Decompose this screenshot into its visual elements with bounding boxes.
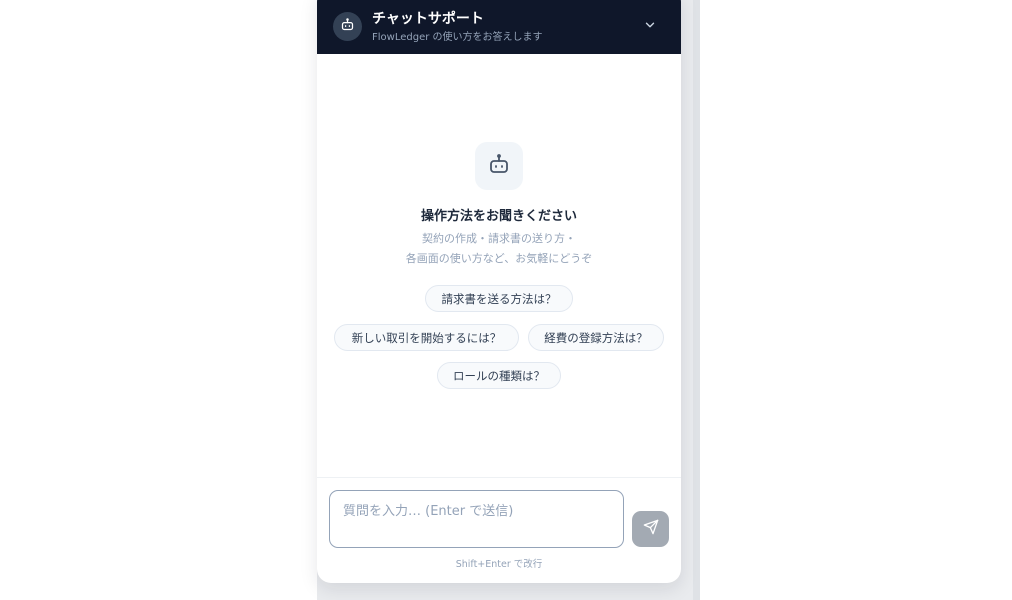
suggestion-chip[interactable]: 経費の登録方法は？ [528,324,664,351]
collapse-button[interactable] [639,15,661,37]
empty-state-title: 操作方法をお聞きください [420,209,577,224]
page-backdrop-edge [693,0,700,600]
bot-avatar [333,12,362,41]
chat-panel: チャットサポート FlowLedger の使い方をお答えします 操作方法をお聞き… [317,0,681,583]
chat-title: チャットサポート [372,11,484,27]
suggestion-chip[interactable]: 請求書を送る方法は？ [425,285,573,312]
chevron-down-icon [643,17,657,36]
empty-state-description-line: 契約の作成・請求書の送り方・ [422,232,576,245]
bot-icon [487,152,511,180]
chat-subtitle: FlowLedger の使い方をお答えします [372,32,543,43]
suggestion-chip[interactable]: 新しい取引を開始するには？ [334,324,519,351]
bot-icon [340,17,355,36]
question-input[interactable] [329,490,624,548]
composer-divider [317,477,681,478]
suggestion-chip[interactable]: ロールの種類は？ [437,362,561,389]
send-button[interactable] [632,511,669,547]
composer-hint: Shift+Enter で改行 [455,559,543,570]
empty-state-icon-badge [475,142,523,190]
send-icon [643,519,659,539]
screen: チャットサポート FlowLedger の使い方をお答えします 操作方法をお聞き… [0,0,1012,600]
empty-state-description-line: 各画面の使い方など、お気軽にどうぞ [405,252,593,265]
chat-header: チャットサポート FlowLedger の使い方をお答えします [317,0,681,54]
